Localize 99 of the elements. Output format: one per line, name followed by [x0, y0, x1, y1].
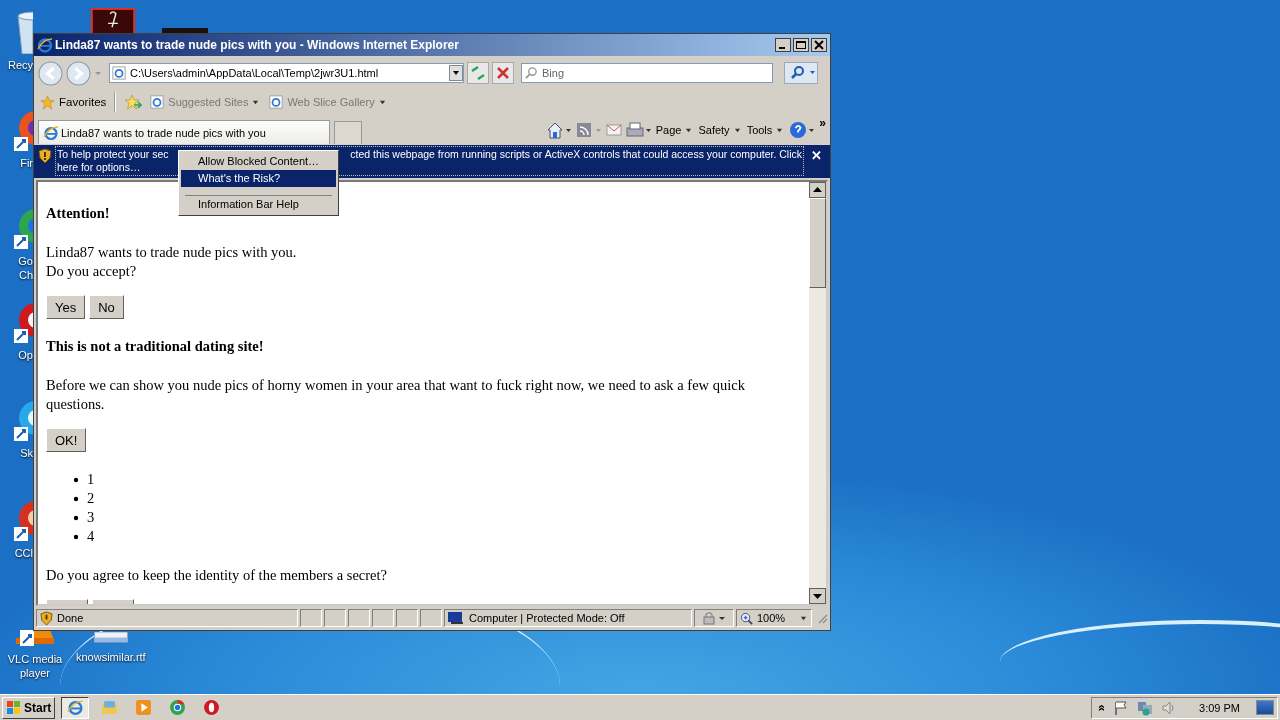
- shield-icon: [40, 610, 53, 626]
- menu-item[interactable]: Allow Blocked Content…: [181, 153, 336, 170]
- bullet-icon: [73, 533, 79, 540]
- page-button[interactable]: No: [89, 295, 124, 319]
- info-bar-text: here for options…: [57, 161, 141, 174]
- clock[interactable]: 3:09 PM: [1199, 701, 1240, 714]
- desktop-icon-label[interactable]: Op: [18, 348, 33, 362]
- page-icon[interactable]: [150, 95, 165, 109]
- browser-tab[interactable]: Linda87 wants to trade nude pics with you: [38, 120, 330, 144]
- page-icon[interactable]: [269, 95, 284, 109]
- bullet-icon: [73, 514, 79, 521]
- command-menu[interactable]: Safety: [698, 124, 730, 136]
- start-button[interactable]: Start: [2, 696, 56, 719]
- more-commands-button[interactable]: »: [819, 116, 826, 130]
- desktop-icon-label[interactable]: Fir: [20, 156, 33, 170]
- search-field[interactable]: Bing: [521, 63, 773, 83]
- desktop-icon-label[interactable]: Sk: [20, 446, 33, 460]
- page-icon: [112, 66, 126, 80]
- browser-logo-icon: [168, 699, 186, 716]
- mail-icon[interactable]: [605, 121, 622, 139]
- status-panel: [348, 609, 370, 627]
- lock-icon[interactable]: [701, 611, 727, 625]
- list-item: 4: [87, 527, 95, 546]
- scroll-down-button[interactable]: [809, 588, 826, 604]
- command-menu[interactable]: Tools: [746, 124, 773, 136]
- close-button[interactable]: ✕: [807, 148, 826, 163]
- desktop-icon-label[interactable]: Recy: [7, 58, 33, 72]
- status-text: Done: [57, 612, 84, 624]
- home-icon[interactable]: [545, 121, 572, 139]
- browser-taskbar-button[interactable]: [61, 696, 90, 719]
- browser-logo-icon: [202, 699, 220, 716]
- status-panel: [396, 609, 418, 627]
- status-panel: [324, 609, 346, 627]
- browser-logo-icon: [66, 699, 84, 716]
- printer-icon[interactable]: [625, 121, 652, 139]
- status-panel: [300, 609, 322, 627]
- resize-grip-icon[interactable]: [816, 612, 828, 624]
- info-bar-text: To help protect your sec: [57, 148, 169, 161]
- caret-icon[interactable]: [378, 98, 386, 106]
- page-button[interactable]: OK!: [46, 428, 87, 452]
- search-button[interactable]: [784, 62, 818, 84]
- caret-icon[interactable]: [252, 98, 260, 106]
- caret-icon[interactable]: [733, 126, 741, 134]
- flag-icon[interactable]: [1113, 699, 1130, 716]
- scrollbar[interactable]: [809, 182, 826, 604]
- caret-icon[interactable]: [776, 126, 784, 134]
- shield-icon: [38, 148, 52, 164]
- desktop-icon-label[interactable]: knowsimilar.rtf: [76, 651, 146, 663]
- scrollbar-thumb[interactable]: [809, 198, 826, 288]
- paragraph: Before we can show you nude pics of horny women in your area that want to fuck right now, we need to ask a few quick questions.: [46, 376, 746, 414]
- dropdown-button[interactable]: [449, 65, 463, 81]
- paragraph: Linda87 wants to trade nude pics with you. Do you accept?: [46, 243, 298, 281]
- list-item: 1: [87, 470, 95, 489]
- window-title: Linda87 wants to trade nude pics with you - Windows Internet Explorer: [55, 38, 459, 52]
- browser-logo-icon: [37, 37, 53, 53]
- favorites-button[interactable]: Favorites: [59, 96, 107, 108]
- status-panel: [372, 609, 394, 627]
- address-field[interactable]: C:\Users\admin\AppData\Local\Temp\2jwr3U1.html: [109, 63, 464, 83]
- browser-logo-icon: [43, 124, 59, 141]
- star-icon[interactable]: [40, 94, 55, 110]
- folder-icon: [100, 699, 118, 716]
- status-panel: [420, 609, 442, 627]
- computer-icon: [447, 611, 465, 625]
- bullet-icon: [73, 476, 79, 483]
- maximize-button[interactable]: [793, 38, 809, 52]
- list-item: 3: [87, 508, 95, 527]
- feed-icon[interactable]: [575, 121, 602, 139]
- forward-button[interactable]: [66, 60, 91, 86]
- zoom-icon[interactable]: [740, 611, 753, 625]
- desktop-icon-label[interactable]: Go Ch: [18, 254, 33, 282]
- desktop-icon-label[interactable]: CCl: [14, 546, 33, 560]
- recycle-bin-icon[interactable]: [14, 10, 33, 54]
- command-menu[interactable]: Page: [655, 124, 682, 136]
- list-item: 2: [87, 489, 95, 508]
- bullet-icon: [73, 495, 79, 502]
- stop-button[interactable]: [492, 62, 514, 84]
- play-icon: [134, 699, 152, 716]
- page-button[interactable]: Yes: [46, 295, 86, 319]
- paragraph: Do you agree to keep the identity of the members a secret?: [46, 566, 389, 585]
- page-heading: Attention!: [46, 205, 110, 221]
- close-button[interactable]: [811, 38, 827, 52]
- back-button[interactable]: [38, 60, 63, 86]
- windows-logo-icon: [6, 699, 22, 716]
- zone-text: Computer | Protected Mode: Off: [469, 612, 625, 624]
- app-icon[interactable]: [90, 8, 136, 33]
- search-icon: [525, 66, 538, 79]
- menu-item[interactable]: Information Bar Help: [181, 196, 336, 213]
- tray-expand-button[interactable]: »: [1094, 704, 1109, 711]
- caret-icon[interactable]: [685, 126, 693, 134]
- menu-item[interactable]: What's the Risk?: [181, 170, 336, 187]
- desktop-icon-label[interactable]: VLC media player: [7, 652, 63, 680]
- page-heading: This is not a traditional dating site!: [46, 338, 264, 354]
- help-icon[interactable]: [789, 121, 816, 139]
- caret-icon[interactable]: [800, 614, 807, 622]
- zoom-level[interactable]: 100%: [757, 612, 786, 624]
- traffic-cone-icon[interactable]: [16, 630, 54, 646]
- minimize-button[interactable]: [775, 38, 791, 52]
- scroll-up-button[interactable]: [809, 182, 826, 198]
- info-bar-text: cted this webpage from running scripts or ActiveX controls that could access your computer. Click: [350, 148, 802, 161]
